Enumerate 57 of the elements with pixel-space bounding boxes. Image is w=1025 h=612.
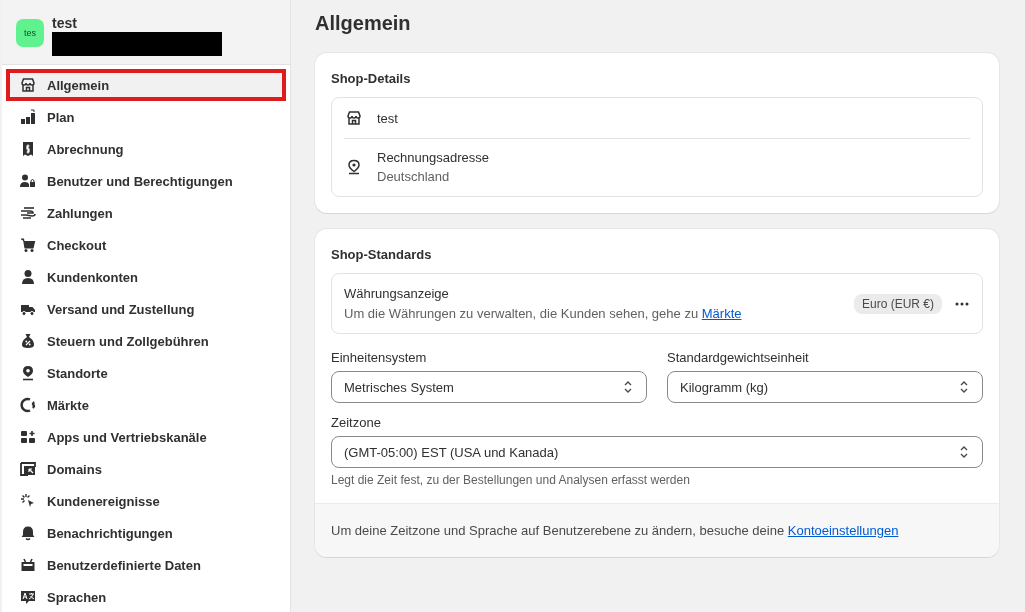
bar-chart-icon [20, 109, 36, 125]
sidebar-item[interactable]: Benutzerdefinierte Daten [10, 551, 282, 579]
store-name: test [52, 16, 78, 30]
receipt-icon [20, 141, 36, 157]
shop-name: test [377, 110, 398, 126]
sidebar-item[interactable]: Märkte [10, 391, 282, 419]
money-bag-icon [20, 333, 36, 349]
apps-icon [20, 429, 36, 445]
currency-description: Um die Währungen zu verwalten, die Kunden sehen, gehe zu Märkte [344, 306, 743, 321]
footer-text: Um deine Zeitzone und Sprache auf Benutzerebene zu ändern, besuche deine Kontoeinstellungen [331, 523, 899, 538]
chevron-updown-icon [958, 380, 970, 394]
address-value: Deutschland [377, 169, 451, 184]
field-label: Standardgewichtseinheit [667, 350, 810, 365]
location-pin-icon [20, 365, 36, 381]
sidebar-item[interactable]: Kundenkonten [10, 263, 282, 291]
sidebar-item[interactable]: Checkout [10, 231, 282, 259]
cart-icon [20, 237, 36, 253]
sidebar-item[interactable]: Versand und Zustellung [10, 295, 282, 323]
sidebar-item[interactable]: Steuern und Zollgebühren [10, 327, 282, 355]
translate-icon [20, 589, 36, 605]
sidebar-item[interactable]: Benutzer und Berechtigungen [10, 167, 282, 195]
currency-badge: Euro (EUR €) [853, 293, 942, 314]
bell-icon [20, 525, 36, 541]
person-icon [20, 269, 36, 285]
field-label: Zeitzone [331, 415, 382, 430]
card-title: Shop-Details [330, 70, 412, 88]
field-label: Einheitensystem [331, 350, 428, 365]
weight-unit-select[interactable]: Kilogramm (kg) [667, 371, 983, 403]
store-icon [20, 77, 36, 93]
location-pin-icon [346, 159, 362, 175]
sidebar-item[interactable]: Abrechnung [10, 135, 282, 163]
sidebar-item[interactable]: Plan [10, 103, 282, 131]
chevron-updown-icon [958, 445, 970, 459]
account-settings-link[interactable]: Kontoeinstellungen [787, 523, 899, 538]
store-avatar: tes [16, 19, 44, 47]
sidebar-item[interactable]: Zahlungen [10, 199, 282, 227]
help-text: Legt die Zeit fest, zu der Bestellungen und Analysen erfasst werden [331, 473, 691, 487]
timezone-select[interactable]: (GMT-05:00) EST (USA und Kanada) [331, 436, 983, 468]
sidebar-item[interactable]: Sprachen [10, 583, 282, 611]
users-icon [20, 173, 36, 189]
page-title: Allgemein [315, 12, 412, 35]
sidebar-item[interactable]: Benachrichtigungen [10, 519, 282, 547]
sidebar-item[interactable]: Standorte [10, 359, 282, 387]
unit-system-select[interactable]: Metrisches System [331, 371, 647, 403]
sidebar-item[interactable]: Apps und Vertriebskanäle [10, 423, 282, 451]
chevron-updown-icon [622, 380, 634, 394]
sidebar-item[interactable]: Kundenereignisse [10, 487, 282, 515]
markets-link[interactable]: Märkte [701, 306, 742, 321]
box-icon [20, 557, 36, 573]
currency-title: Währungsanzeige [344, 286, 450, 301]
sidebar-item[interactable]: Domains [10, 455, 282, 483]
store-icon [346, 110, 362, 126]
card-title: Shop-Standards [330, 246, 433, 264]
address-label: Rechnungsadresse [377, 150, 490, 165]
hand-icon [20, 205, 36, 221]
globe-dollar-icon [20, 397, 36, 413]
browser-window-icon [20, 461, 36, 477]
